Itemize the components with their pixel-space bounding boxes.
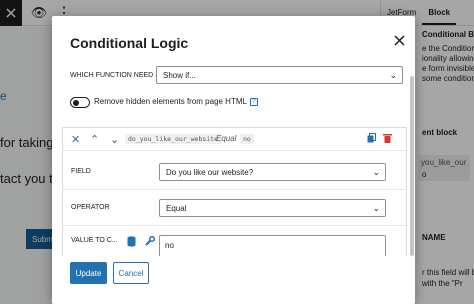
- chevron-up-icon[interactable]: ⌃: [90, 133, 99, 146]
- value-to-compare-label: VALUE TO C...: [71, 237, 118, 244]
- chevron-down-icon: ⌄: [389, 70, 397, 80]
- modal-title: Conditional Logic: [70, 35, 189, 51]
- chevron-down-icon[interactable]: ⌄: [110, 133, 119, 146]
- trash-icon[interactable]: [383, 133, 392, 146]
- modal-body: WHICH FUNCTION NEED ... Show if... ⌄ Rem…: [62, 64, 407, 266]
- modal-footer: Update Cancel: [52, 256, 415, 304]
- scrollbar[interactable]: [410, 76, 414, 256]
- condition-item: ✕ ⌃ ⌄ do_you_like_our_website Equal no F…: [62, 127, 407, 266]
- close-condition-icon[interactable]: ✕: [71, 133, 80, 146]
- condition-field-chip: do_you_like_our_website: [125, 134, 222, 144]
- field-label: FIELD: [71, 168, 91, 175]
- cancel-button[interactable]: Cancel: [113, 262, 149, 284]
- database-icon[interactable]: [127, 236, 136, 250]
- chevron-down-icon: ⌄: [372, 167, 380, 177]
- condition-header[interactable]: ✕ ⌃ ⌄ do_you_like_our_website Equal no: [63, 128, 406, 151]
- divider: [63, 189, 406, 190]
- divider: [63, 225, 406, 226]
- condition-operator-text: Equal: [216, 134, 237, 143]
- condition-value-chip: no: [240, 134, 254, 144]
- update-button[interactable]: Update: [70, 262, 107, 284]
- wrench-icon[interactable]: [145, 235, 156, 249]
- remove-hidden-toggle[interactable]: [70, 97, 90, 108]
- conditional-logic-modal: Conditional Logic WHICH FUNCTION NEED ..…: [52, 16, 415, 304]
- operator-select[interactable]: Equal ⌄: [159, 199, 386, 217]
- which-function-value: Show if...: [163, 70, 196, 80]
- chevron-down-icon: ⌄: [372, 203, 380, 213]
- operator-value: Equal: [166, 203, 187, 213]
- field-value: Do you like our website?: [166, 167, 254, 177]
- operator-label: OPERATOR: [71, 204, 110, 211]
- close-icon[interactable]: [390, 31, 408, 49]
- field-select[interactable]: Do you like our website? ⌄: [159, 163, 386, 181]
- remove-hidden-label: Remove hidden elements from page HTML?: [94, 97, 258, 106]
- copy-icon[interactable]: [367, 133, 376, 146]
- help-icon[interactable]: ?: [249, 97, 258, 106]
- which-function-select[interactable]: Show if... ⌄: [156, 66, 403, 84]
- which-function-label: WHICH FUNCTION NEED ...: [70, 72, 161, 79]
